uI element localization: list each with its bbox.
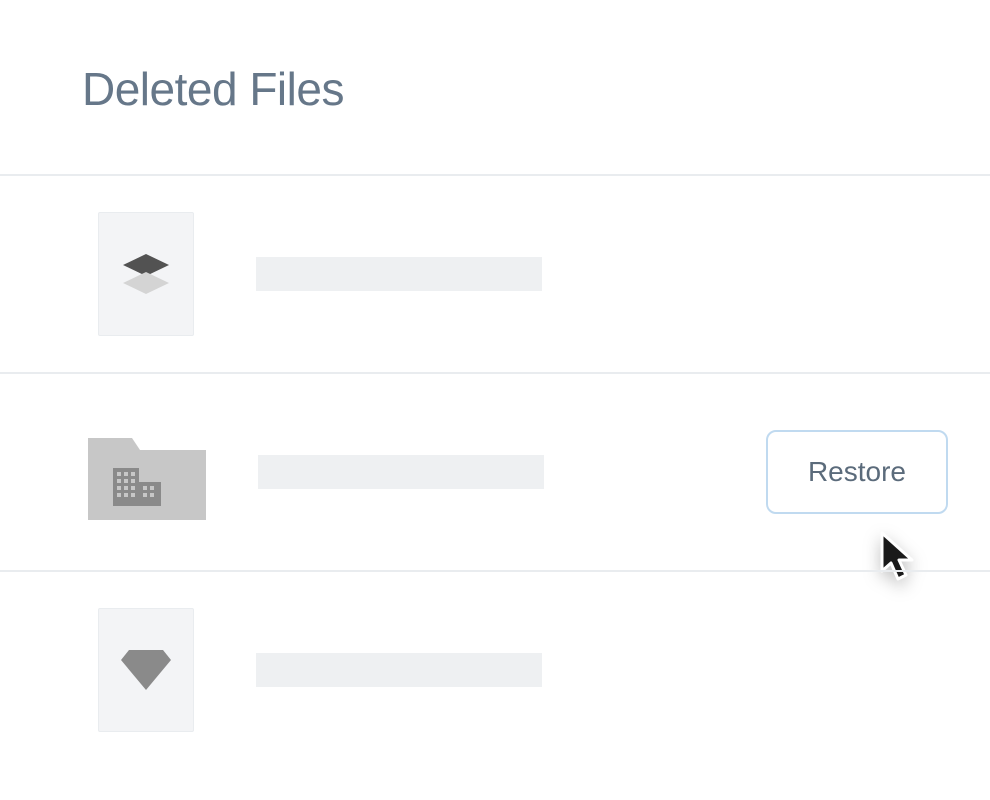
layers-icon [98, 212, 194, 336]
file-name-placeholder [258, 455, 544, 489]
file-name-placeholder [256, 257, 542, 291]
page-title: Deleted Files [0, 62, 990, 174]
list-item[interactable] [0, 174, 990, 372]
restore-button[interactable]: Restore [766, 430, 948, 514]
list-item[interactable]: Restore [0, 372, 990, 570]
deleted-files-list: Restore [0, 174, 990, 768]
diamond-icon [98, 608, 194, 732]
team-folder-icon [88, 424, 206, 520]
file-name-placeholder [256, 653, 542, 687]
list-item[interactable] [0, 570, 990, 768]
